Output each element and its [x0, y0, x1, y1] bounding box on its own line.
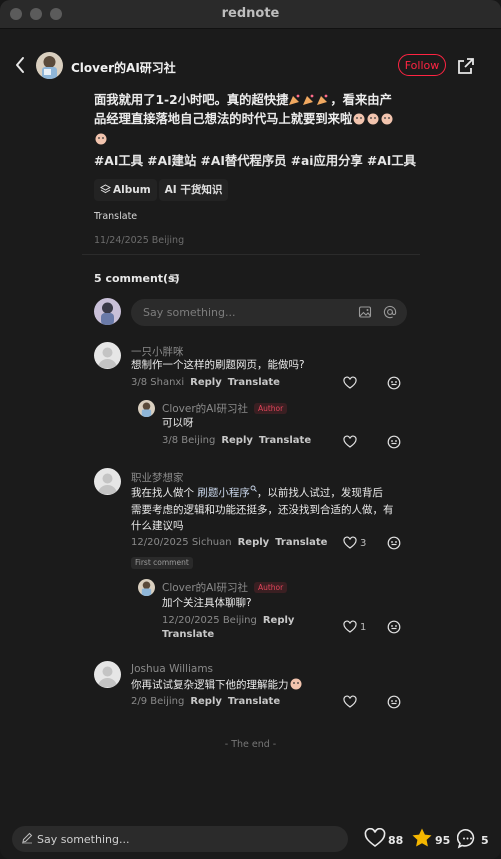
album-name-chip[interactable]: AI 干货知识 [158, 179, 229, 201]
comment-username[interactable]: 职业梦想家 [131, 470, 184, 485]
album-chips: Album AI 干货知识 [94, 178, 230, 201]
post-line-1: 面我就用了1-2小时吧。真的超快捷 ，看来由产 [94, 93, 392, 107]
heart-icon[interactable] [364, 828, 386, 848]
translate-button[interactable]: Translate [228, 377, 280, 388]
window-title: rednote [221, 6, 280, 21]
bottom-action-bar: Say something... 88 95 5 [0, 818, 501, 859]
sort-icon[interactable] [169, 273, 180, 283]
end-marker: - The end - [224, 739, 277, 750]
sticker-face-icon [95, 133, 107, 145]
star-icon[interactable] [411, 827, 433, 849]
post-hashtags[interactable]: #AI工具 #AI建站 #AI替代程序员 #ai应用分享 #AI工具 [94, 151, 416, 169]
heart-icon[interactable] [343, 435, 357, 449]
comment-username[interactable]: Joshua Williams [131, 663, 213, 675]
like-count: 3 [360, 538, 367, 549]
emoji-reaction-icon[interactable] [387, 376, 401, 390]
emoji-reaction-icon[interactable] [387, 620, 401, 634]
app-window: rednote Clover的AI研习社 Follow 面我就用了1-2小时吧。… [0, 0, 501, 859]
translate-button[interactable]: Translate [228, 696, 280, 707]
search-icon [250, 485, 257, 492]
reply-button[interactable]: Reply [190, 377, 222, 388]
heart-icon[interactable] [343, 620, 357, 634]
image-icon[interactable] [358, 305, 372, 319]
comment-text: 你再试试复杂逻辑下他的理解能力 [131, 677, 303, 694]
author-name[interactable]: Clover的AI研习社 [71, 59, 176, 76]
follow-button[interactable]: Follow [398, 54, 446, 76]
my-avatar [94, 298, 121, 325]
emoji-reaction-icon[interactable] [387, 536, 401, 550]
comment-meta: 12/20/2025 Sichuan Reply Translate [131, 537, 328, 548]
sticker-face-icon [353, 113, 365, 125]
author-tag: Author [253, 403, 288, 414]
reply-button[interactable]: Reply [238, 537, 270, 548]
reply-button[interactable]: Reply [263, 615, 295, 626]
party-popper-icon [289, 94, 300, 105]
emoji-reaction-icon[interactable] [387, 695, 401, 709]
translate-button[interactable]: Translate [162, 629, 214, 640]
comment-text: 我在找人做个 刷题小程序 ，以前找人试过，发现背后 需要考虑的逻辑和功能还挺多，还… [131, 485, 394, 532]
reply-username[interactable]: Clover的AI研习社 Author [162, 580, 288, 595]
comment-bubble-icon[interactable] [457, 828, 478, 849]
sticker-face-icon [381, 113, 393, 125]
post-header: Clover的AI研习社 Follow [0, 44, 501, 88]
party-popper-icon [303, 94, 314, 105]
heart-icon[interactable] [343, 376, 357, 390]
likes-count: 88 [388, 834, 404, 847]
translate-button[interactable]: Translate [259, 435, 311, 446]
emoji-reaction-icon[interactable] [387, 435, 401, 449]
author-tag: Author [253, 582, 288, 593]
heart-icon[interactable] [343, 695, 357, 709]
reply-button[interactable]: Reply [190, 696, 222, 707]
author-avatar-small[interactable] [138, 400, 155, 417]
author-avatar[interactable] [36, 52, 63, 79]
commenter-avatar[interactable] [94, 342, 121, 369]
translate-link[interactable]: Translate [94, 211, 137, 222]
reply-button[interactable]: Reply [221, 435, 253, 446]
post-line-3 [94, 130, 414, 149]
comments-total: 5 [481, 834, 489, 847]
translate-button[interactable]: Translate [275, 537, 327, 548]
post-body: 面我就用了1-2小时吧。真的超快捷 ，看来由产 品经理直接落地自己想法的时代马上就… [94, 91, 414, 149]
sticker-face-icon [290, 678, 301, 690]
comment-input[interactable]: Say something... [131, 299, 407, 326]
sticker-face-icon [367, 113, 379, 125]
post-date: 11/24/2025 Beijing [94, 235, 185, 246]
pencil-icon [22, 832, 33, 844]
post-line-2: 品经理直接落地自己想法的时代马上就要到来啦 [94, 110, 414, 129]
comment-meta: 2/9 Beijing Reply Translate [131, 696, 281, 707]
reply-text: 加个关注具体聊聊? [162, 597, 252, 609]
party-popper-icon [317, 94, 328, 105]
search-keyword-link[interactable]: 刷题小程序 [197, 487, 250, 499]
reply-text: 可以呀 [162, 417, 194, 429]
title-bar: rednote [0, 0, 501, 29]
layers-icon [99, 184, 112, 194]
author-avatar-small[interactable] [138, 579, 155, 596]
comment-meta: 3/8 Shanxi Reply Translate [131, 377, 280, 388]
first-comment-badge: First comment [131, 557, 193, 569]
comments-count: 5 comment(s) [94, 272, 180, 285]
like-count: 1 [360, 622, 367, 633]
mention-icon[interactable] [383, 305, 397, 319]
reply-meta: 12/20/2025 Beijing Reply Translate [162, 615, 295, 640]
commenter-avatar[interactable] [94, 661, 121, 688]
share-icon[interactable] [456, 56, 476, 76]
back-arrow-icon[interactable] [10, 54, 32, 76]
stars-count: 95 [435, 834, 451, 847]
bottom-comment-input[interactable]: Say something... [12, 826, 348, 852]
album-chip[interactable]: Album [94, 179, 157, 201]
reply-meta: 3/8 Beijing Reply Translate [162, 435, 312, 446]
reply-username[interactable]: Clover的AI研习社 Author [162, 401, 288, 416]
heart-icon[interactable] [343, 536, 357, 550]
commenter-avatar[interactable] [94, 468, 121, 495]
comment-text: 想制作一个这样的刷题网页，能做吗? [131, 359, 305, 371]
divider [82, 254, 420, 255]
